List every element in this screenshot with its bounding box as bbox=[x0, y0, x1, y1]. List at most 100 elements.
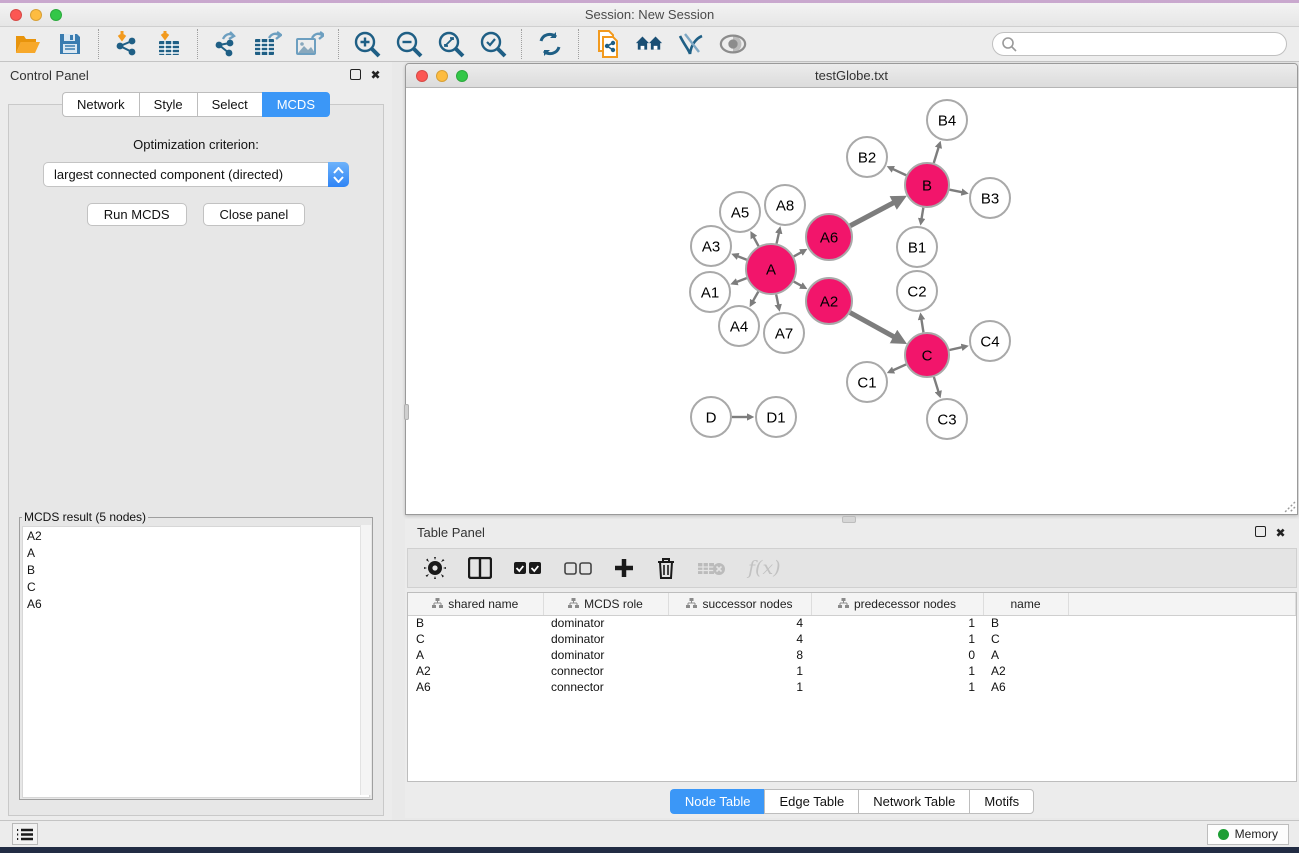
graph-edge-A-A5[interactable] bbox=[753, 237, 758, 247]
table-cell[interactable]: 4 bbox=[668, 615, 811, 631]
show-all-eye-icon[interactable] bbox=[719, 30, 747, 58]
toggle-columns-icon[interactable] bbox=[468, 557, 492, 579]
graph-node-A5[interactable]: A5 bbox=[720, 192, 760, 232]
table-cell[interactable]: C bbox=[408, 631, 543, 647]
zoom-in-icon[interactable] bbox=[353, 30, 381, 58]
column-header-successor-nodes[interactable]: successor nodes bbox=[668, 593, 811, 615]
graph-edge-A-A7[interactable] bbox=[776, 294, 778, 305]
table-cell[interactable]: connector bbox=[543, 663, 668, 679]
column-header-shared-name[interactable]: shared name bbox=[408, 593, 543, 615]
table-row[interactable]: Cdominator41C bbox=[408, 631, 1296, 647]
tab-select[interactable]: Select bbox=[197, 92, 262, 117]
graph-edge-C-C2[interactable] bbox=[921, 319, 923, 333]
tab-node-table[interactable]: Node Table bbox=[670, 789, 765, 814]
criterion-dropdown[interactable]: largest connected component (directed) bbox=[43, 162, 349, 187]
close-table-panel-icon[interactable]: ✖ bbox=[1274, 526, 1287, 539]
table-cell[interactable]: 8 bbox=[668, 647, 811, 663]
task-history-button[interactable] bbox=[12, 823, 38, 845]
column-header-predecessor-nodes[interactable]: predecessor nodes bbox=[811, 593, 983, 615]
graph-edge-A-A8[interactable] bbox=[777, 232, 779, 243]
import-network-icon[interactable] bbox=[113, 30, 141, 58]
table-row[interactable]: A6connector11A6 bbox=[408, 679, 1296, 695]
panel-splitter-handle-horizontal[interactable] bbox=[842, 516, 856, 523]
import-table-icon[interactable] bbox=[155, 30, 183, 58]
hide-selected-icon[interactable] bbox=[677, 30, 705, 58]
graph-node-B3[interactable]: B3 bbox=[970, 178, 1010, 218]
table-settings-gear-icon[interactable] bbox=[424, 557, 446, 579]
table-row[interactable]: Adominator80A bbox=[408, 647, 1296, 663]
table-row[interactable]: Bdominator41B bbox=[408, 615, 1296, 631]
table-cell[interactable]: 4 bbox=[668, 631, 811, 647]
search-input[interactable] bbox=[992, 32, 1287, 56]
graph-node-B4[interactable]: B4 bbox=[927, 100, 967, 140]
graph-node-A4[interactable]: A4 bbox=[719, 306, 759, 346]
table-cell[interactable]: dominator bbox=[543, 615, 668, 631]
mcds-result-item[interactable]: A2 bbox=[23, 527, 369, 544]
table-cell[interactable]: 1 bbox=[811, 615, 983, 631]
table-row[interactable]: A2connector11A2 bbox=[408, 663, 1296, 679]
network-canvas[interactable]: B4B2BB3A5A8A6A3B1AA1C2A2A4A7CC4C1C3DD1 bbox=[406, 88, 1297, 514]
panel-splitter-handle-left[interactable] bbox=[404, 404, 409, 420]
graph-node-A7[interactable]: A7 bbox=[764, 313, 804, 353]
zoom-out-icon[interactable] bbox=[395, 30, 423, 58]
graph-edge-A-A6[interactable] bbox=[794, 252, 802, 256]
graph-node-A8[interactable]: A8 bbox=[765, 185, 805, 225]
graph-node-C1[interactable]: C1 bbox=[847, 362, 887, 402]
graph-node-C3[interactable]: C3 bbox=[927, 399, 967, 439]
table-cell[interactable]: B bbox=[983, 615, 1068, 631]
table-cell[interactable]: A bbox=[408, 647, 543, 663]
table-cell[interactable]: 1 bbox=[668, 679, 811, 695]
graph-node-B[interactable]: B bbox=[905, 163, 949, 207]
graph-edge-C-C4[interactable] bbox=[949, 347, 962, 350]
graph-node-D1[interactable]: D1 bbox=[756, 397, 796, 437]
graph-edge-A6-B[interactable] bbox=[850, 202, 895, 226]
column-header-MCDS-role[interactable]: MCDS role bbox=[543, 593, 668, 615]
tab-mcds[interactable]: MCDS bbox=[262, 92, 330, 117]
table-cell[interactable]: A bbox=[983, 647, 1068, 663]
graph-node-C[interactable]: C bbox=[905, 333, 949, 377]
tab-style[interactable]: Style bbox=[139, 92, 197, 117]
graph-edge-C-C3[interactable] bbox=[934, 377, 939, 392]
zoom-selected-icon[interactable] bbox=[479, 30, 507, 58]
graph-edge-C-C1[interactable] bbox=[893, 364, 906, 370]
graph-node-A[interactable]: A bbox=[746, 244, 796, 294]
graph-node-A1[interactable]: A1 bbox=[690, 272, 730, 312]
mcds-result-item[interactable]: A bbox=[23, 544, 369, 561]
table-cell[interactable]: A2 bbox=[408, 663, 543, 679]
graph-node-A2[interactable]: A2 bbox=[806, 278, 852, 324]
table-cell[interactable]: 1 bbox=[811, 663, 983, 679]
graph-edge-B-B3[interactable] bbox=[950, 190, 963, 193]
tab-edge-table[interactable]: Edge Table bbox=[764, 789, 858, 814]
tab-network-table[interactable]: Network Table bbox=[858, 789, 969, 814]
graph-node-A3[interactable]: A3 bbox=[691, 226, 731, 266]
graph-edge-B-B1[interactable] bbox=[921, 208, 923, 220]
zoom-fit-icon[interactable] bbox=[437, 30, 465, 58]
table-cell[interactable]: C bbox=[983, 631, 1068, 647]
graph-node-C2[interactable]: C2 bbox=[897, 271, 937, 311]
tab-network[interactable]: Network bbox=[62, 92, 139, 117]
duplicate-network-icon[interactable] bbox=[593, 30, 621, 58]
graph-node-C4[interactable]: C4 bbox=[970, 321, 1010, 361]
refresh-icon[interactable] bbox=[536, 30, 564, 58]
column-header-name[interactable]: name bbox=[983, 593, 1068, 615]
graph-edge-A-A3[interactable] bbox=[737, 256, 747, 260]
open-file-icon[interactable] bbox=[14, 30, 42, 58]
clear-checkboxes-icon[interactable] bbox=[564, 561, 592, 575]
network-window-titlebar[interactable]: testGlobe.txt bbox=[406, 64, 1297, 88]
table-cell[interactable]: A6 bbox=[408, 679, 543, 695]
mcds-result-item[interactable]: B bbox=[23, 561, 369, 578]
table-cell[interactable]: 1 bbox=[811, 631, 983, 647]
close-panel-button[interactable]: Close panel bbox=[203, 203, 306, 226]
tab-motifs[interactable]: Motifs bbox=[969, 789, 1034, 814]
export-network-icon[interactable] bbox=[212, 30, 240, 58]
mcds-result-list[interactable]: A2ABCA6 bbox=[22, 526, 370, 798]
graph-node-B1[interactable]: B1 bbox=[897, 227, 937, 267]
table-cell[interactable]: 1 bbox=[811, 679, 983, 695]
delete-columns-trash-icon[interactable] bbox=[656, 557, 676, 579]
close-panel-icon[interactable]: ✖ bbox=[369, 69, 382, 82]
select-all-checkboxes-icon[interactable] bbox=[514, 561, 542, 575]
graph-edge-A-A1[interactable] bbox=[736, 278, 746, 282]
memory-button[interactable]: Memory bbox=[1207, 824, 1289, 845]
table-cell[interactable]: dominator bbox=[543, 647, 668, 663]
graph-edge-A-A4[interactable] bbox=[753, 292, 759, 302]
